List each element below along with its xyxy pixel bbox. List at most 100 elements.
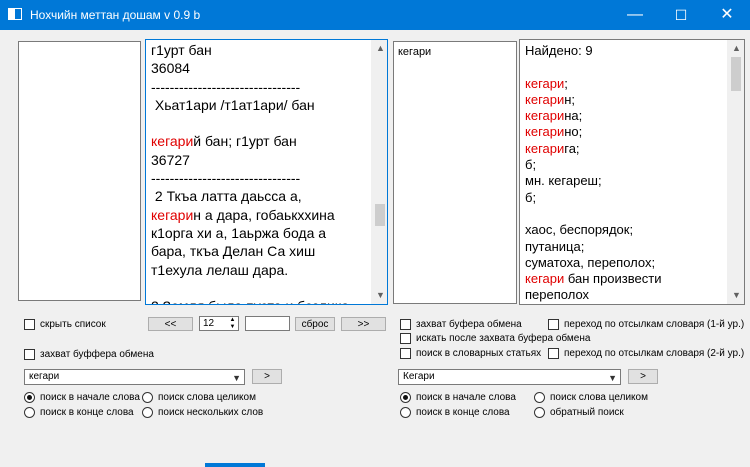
search-in-articles-checkbox[interactable]: [400, 348, 411, 359]
dict-links-level1-label: переход по отсылкам словаря (1-й ур.): [564, 319, 745, 330]
left-radio-end-label: поиск в конце слова: [40, 407, 134, 418]
text-line: 2 Ткъа латта даьсса а,: [151, 187, 372, 205]
word-list-items: кегари: [398, 46, 431, 58]
maximize-button[interactable]: ☐: [658, 0, 704, 30]
right-search-combo[interactable]: Кегари ▼: [398, 369, 621, 385]
highlighted-term: кегари: [525, 140, 565, 156]
text-line: кегарина;: [525, 108, 725, 124]
text-segment: к1орга хи а, 1аьржа бода а: [151, 224, 327, 241]
text-segment: на;: [564, 108, 583, 124]
text-segment: хаос, беспорядок;: [525, 222, 634, 238]
left-radio-start-of-word[interactable]: [24, 392, 35, 403]
scroll-thumb[interactable]: [375, 204, 385, 226]
chevron-down-icon[interactable]: ▼: [232, 371, 241, 385]
text-line: хаос, беспорядок;: [525, 222, 725, 238]
scroll-up-arrow-icon[interactable]: ▲: [728, 40, 744, 57]
text-segment: б;: [525, 189, 537, 205]
scroll-down-arrow-icon[interactable]: ▼: [372, 287, 387, 304]
text-line: [525, 59, 725, 75]
next-page-button[interactable]: >>: [341, 317, 386, 331]
search-after-capture-label: искать после захвата буфера обмена: [416, 333, 591, 344]
text-line: 2 Земля была пуста и безлика,: [151, 297, 372, 304]
right-radio-start-label: поиск в начале слова: [416, 392, 516, 403]
text-segment: б;: [525, 157, 537, 173]
right-text-panel[interactable]: Найдено: 9 кегари; кегарин; кегарина; кегар…: [519, 39, 745, 305]
text-line: Хьат1ари /т1ат1ари/ бан: [151, 96, 372, 114]
goto-input[interactable]: [245, 316, 290, 331]
right-radio-whole-word[interactable]: [534, 392, 545, 403]
right-text-scrollbar[interactable]: ▲ ▼: [727, 40, 744, 304]
text-segment: бара, ткъа Делан Са хиш: [151, 243, 316, 260]
page-number-spinner[interactable]: 12 ▲ ▼: [199, 316, 239, 331]
left-search-combo[interactable]: кегари ▼: [24, 369, 245, 385]
text-line: 36727: [151, 151, 372, 169]
text-line: мн. кегареш;: [525, 173, 725, 189]
scroll-up-arrow-icon[interactable]: ▲: [372, 40, 387, 57]
search-in-articles-label: поиск в словарных статьях: [416, 348, 542, 359]
text-segment: 36084: [151, 60, 190, 77]
text-line: суматоха, переполох;: [525, 255, 725, 271]
search-after-capture-checkbox[interactable]: [400, 333, 411, 344]
right-radio-start-of-word[interactable]: [400, 392, 411, 403]
text-line: Найдено: 9: [525, 43, 725, 59]
close-button[interactable]: ✕: [704, 0, 750, 30]
text-line: б;: [525, 157, 725, 173]
text-segment: --------------------------------: [151, 78, 301, 95]
reset-button[interactable]: сброс: [295, 317, 335, 331]
text-segment: --------------------------------: [151, 170, 301, 187]
hide-list-checkbox[interactable]: [24, 319, 35, 330]
text-line: --------------------------------: [151, 78, 372, 96]
right-clipboard-checkbox[interactable]: [400, 319, 411, 330]
text-segment: н а дара, гобаькххина: [193, 206, 335, 223]
text-segment: переполох: [525, 287, 590, 303]
scroll-down-arrow-icon[interactable]: ▼: [728, 287, 744, 304]
minimize-button[interactable]: —: [612, 0, 658, 30]
text-line: г1урт бан: [151, 41, 372, 59]
text-segment: но;: [564, 124, 583, 140]
left-radio-whole-label: поиск слова целиком: [158, 392, 256, 403]
dict-links-level1-checkbox[interactable]: [548, 319, 559, 330]
left-word-list[interactable]: [18, 41, 141, 301]
text-segment: Найдено: 9: [525, 43, 593, 58]
text-line: бара, ткъа Делан Са хиш: [151, 242, 372, 260]
text-line: б;: [525, 190, 725, 206]
text-line: кегари;: [525, 76, 725, 92]
dict-links-level2-checkbox[interactable]: [548, 348, 559, 359]
text-segment: н;: [564, 91, 576, 107]
text-line: [525, 206, 725, 222]
text-line: [151, 279, 372, 297]
scroll-thumb[interactable]: [731, 57, 741, 91]
right-word-list[interactable]: кегари: [393, 41, 517, 304]
left-search-go-button[interactable]: >: [252, 369, 282, 384]
right-search-go-button[interactable]: >: [628, 369, 658, 384]
text-line: --------------------------------: [151, 169, 372, 187]
right-radio-reverse-search[interactable]: [534, 407, 545, 418]
text-line: кегарига;: [525, 141, 725, 157]
left-text-content: г1урт бан 36084 --------------------------…: [146, 40, 372, 304]
right-radio-end-of-word[interactable]: [400, 407, 411, 418]
right-clipboard-label: захват буфера обмена: [416, 319, 522, 330]
prev-page-button[interactable]: <<: [148, 317, 193, 331]
left-text-scrollbar[interactable]: ▲ ▼: [371, 40, 387, 304]
highlighted-term: кегари: [525, 75, 565, 91]
text-line: путаница;: [525, 239, 725, 255]
text-segment: 2 Ткъа латта даьсса а,: [151, 188, 302, 205]
text-segment: г1урт бан: [151, 42, 212, 58]
highlighted-term: кегари: [525, 91, 565, 107]
taskbar-sliver: [205, 463, 265, 467]
highlighted-term: кегари: [151, 206, 194, 223]
left-radio-end-of-word[interactable]: [24, 407, 35, 418]
highlighted-term: кегари: [525, 124, 565, 140]
spinner-arrows-icon[interactable]: ▲ ▼: [228, 317, 237, 330]
right-text-content: Найдено: 9 кегари; кегарин; кегарина; кегар…: [520, 42, 725, 304]
left-radio-multiple-words[interactable]: [142, 407, 153, 418]
highlighted-term: кегари: [151, 133, 194, 150]
text-segment: бан произвести: [564, 271, 662, 287]
list-item[interactable]: кегари: [398, 46, 431, 58]
left-radio-whole-word[interactable]: [142, 392, 153, 403]
chevron-down-icon[interactable]: ▼: [608, 371, 617, 385]
clipboard-capture-checkbox[interactable]: [24, 349, 35, 360]
highlighted-term: кегари: [525, 271, 565, 287]
left-text-panel[interactable]: г1урт бан 36084 --------------------------…: [145, 39, 388, 305]
dict-links-level2-label: переход по отсылкам словаря (2-й ур.): [564, 348, 745, 359]
